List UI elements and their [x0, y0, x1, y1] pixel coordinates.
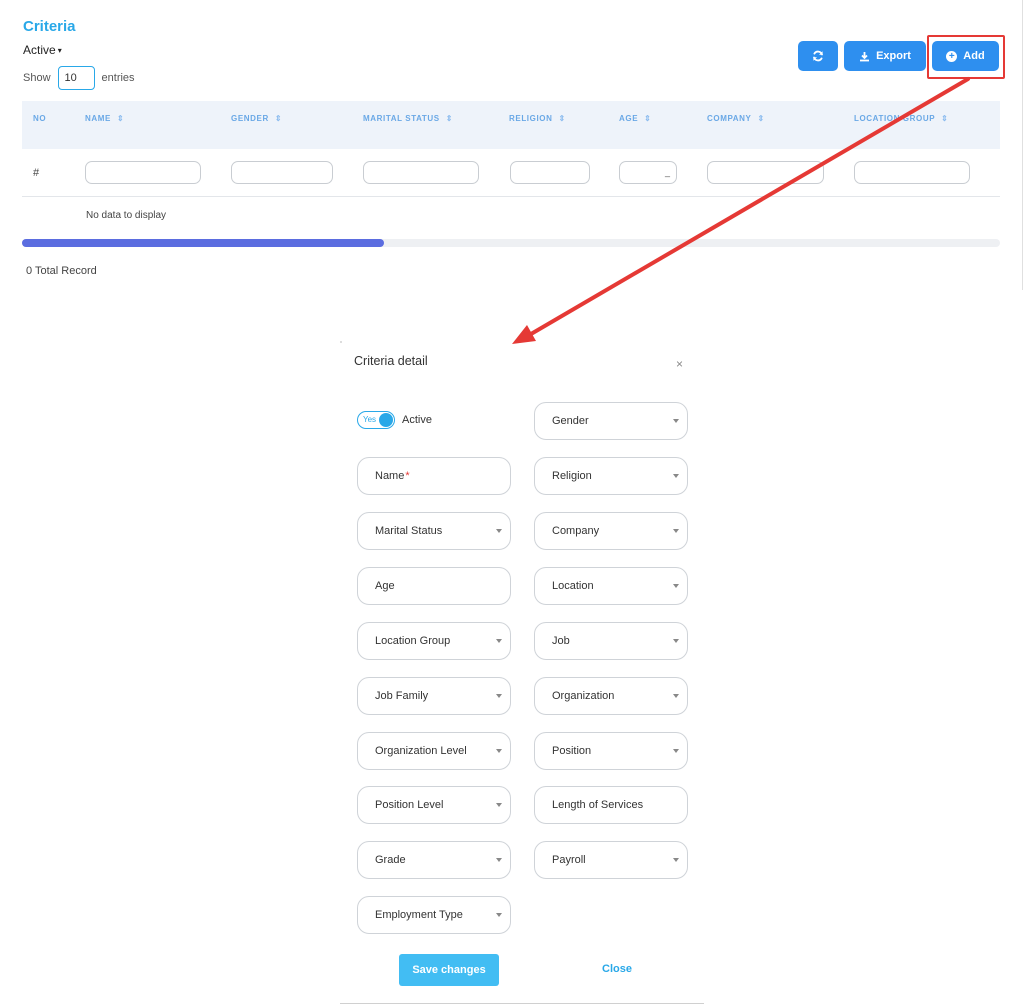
caret-down-icon: [496, 529, 502, 533]
position-level-label: Position Level: [375, 799, 444, 811]
job-label: Job: [552, 635, 570, 647]
close-icon[interactable]: ×: [676, 357, 683, 371]
location-select[interactable]: Location: [534, 567, 688, 605]
organization-level-label: Organization Level: [375, 745, 467, 757]
toggle-knob: [379, 413, 393, 427]
location-label: Location: [552, 580, 594, 592]
save-changes-button[interactable]: Save changes: [399, 954, 499, 986]
company-select[interactable]: Company: [534, 512, 688, 550]
organization-select[interactable]: Organization: [534, 677, 688, 715]
modal-bottom-border: [340, 1003, 704, 1004]
name-field[interactable]: Name*: [357, 457, 511, 495]
caret-down-icon: [673, 419, 679, 423]
caret-down-icon: [496, 913, 502, 917]
gender-select[interactable]: Gender: [534, 402, 688, 440]
company-label: Company: [552, 525, 600, 537]
caret-down-icon: [496, 694, 502, 698]
caret-down-icon: [496, 639, 502, 643]
grade-label: Grade: [375, 854, 406, 866]
employment-type-label: Employment Type: [375, 909, 463, 921]
payroll-label: Payroll: [552, 854, 586, 866]
religion-label: Religion: [552, 470, 592, 482]
organization-label: Organization: [552, 690, 615, 702]
annotation-arrow: [512, 77, 970, 344]
caret-down-icon: [673, 694, 679, 698]
active-toggle-label: Active: [402, 414, 432, 426]
job-select[interactable]: Job: [534, 622, 688, 660]
caret-down-icon: [673, 584, 679, 588]
required-mark: *: [405, 470, 410, 482]
marital-status-label: Marital Status: [375, 525, 443, 537]
name-field-label: Name: [375, 470, 405, 482]
length-of-services-label: Length of Services: [552, 799, 644, 811]
active-toggle[interactable]: Yes: [357, 411, 395, 429]
toggle-on-text: Yes: [363, 415, 377, 424]
caret-down-icon: [673, 749, 679, 753]
caret-down-icon: [496, 749, 502, 753]
grade-select[interactable]: Grade: [357, 841, 511, 879]
location-group-select[interactable]: Location Group: [357, 622, 511, 660]
caret-down-icon: [673, 474, 679, 478]
close-button[interactable]: Close: [602, 963, 632, 975]
age-label: Age: [375, 580, 395, 592]
location-group-label: Location Group: [375, 635, 451, 647]
modal-corner: [340, 341, 342, 343]
job-family-label: Job Family: [375, 690, 429, 702]
caret-down-icon: [673, 858, 679, 862]
organization-level-select[interactable]: Organization Level: [357, 732, 511, 770]
gender-label: Gender: [552, 415, 589, 427]
caret-down-icon: [496, 803, 502, 807]
age-field[interactable]: Age: [357, 567, 511, 605]
caret-down-icon: [673, 529, 679, 533]
job-family-select[interactable]: Job Family: [357, 677, 511, 715]
position-select[interactable]: Position: [534, 732, 688, 770]
modal-title: Criteria detail: [354, 354, 428, 368]
length-of-services-field[interactable]: Length of Services: [534, 786, 688, 824]
position-label: Position: [552, 745, 592, 757]
caret-down-icon: [496, 858, 502, 862]
caret-down-icon: [673, 639, 679, 643]
payroll-select[interactable]: Payroll: [534, 841, 688, 879]
religion-select[interactable]: Religion: [534, 457, 688, 495]
employment-type-select[interactable]: Employment Type: [357, 896, 511, 934]
marital-status-select[interactable]: Marital Status: [357, 512, 511, 550]
position-level-select[interactable]: Position Level: [357, 786, 511, 824]
